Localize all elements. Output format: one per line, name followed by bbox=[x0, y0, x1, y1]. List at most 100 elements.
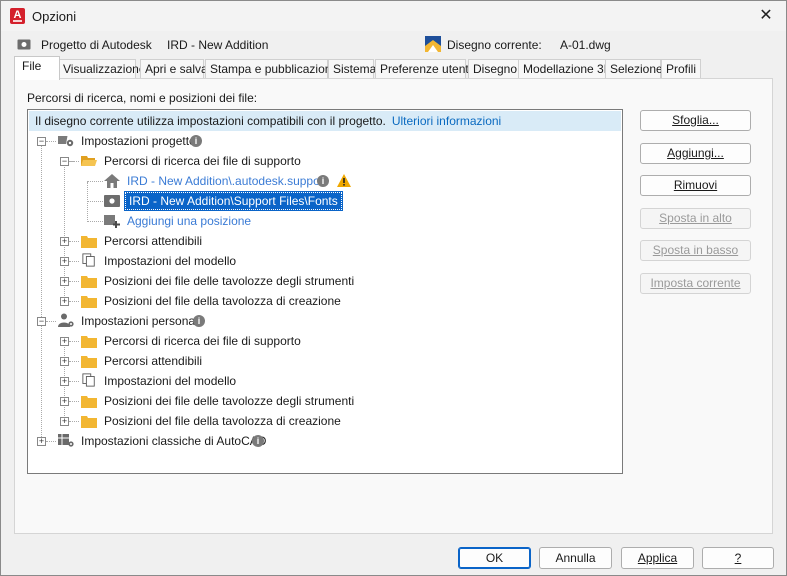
expand-icon[interactable]: + bbox=[60, 337, 69, 346]
title-bar: A Opzioni ✕ bbox=[1, 1, 786, 31]
folder-icon bbox=[81, 236, 97, 248]
remove-button[interactable]: Rimuovi bbox=[640, 175, 751, 196]
add-button[interactable]: Aggiungi... bbox=[640, 143, 751, 164]
profile-info-bar: Progetto di Autodesk IRD - New Addition … bbox=[1, 33, 786, 55]
folder-icon bbox=[81, 396, 97, 408]
info-icon[interactable]: i bbox=[317, 175, 329, 187]
cancel-button[interactable]: Annulla bbox=[539, 547, 612, 569]
info-icon[interactable]: i bbox=[190, 135, 202, 147]
tree-node-project-settings[interactable]: − Impostazioni progetto i bbox=[28, 131, 618, 151]
expand-icon[interactable]: + bbox=[60, 377, 69, 386]
tree-node-personal-tool-palettes[interactable]: + Posizioni dei file delle tavolozze deg… bbox=[28, 391, 618, 411]
banner-text: Il disegno corrente utilizza impostazion… bbox=[35, 114, 386, 128]
expand-icon[interactable]: + bbox=[60, 357, 69, 366]
tab-modellazione-3d[interactable]: Modellazione 3D bbox=[518, 59, 612, 79]
more-info-link[interactable]: Ulteriori informazioni bbox=[392, 114, 501, 128]
options-dialog: A Opzioni ✕ Progetto di Autodesk IRD - N… bbox=[0, 0, 787, 576]
node-label: Percorsi attendibili bbox=[104, 234, 203, 248]
folder-icon bbox=[81, 296, 97, 308]
info-icon[interactable]: i bbox=[252, 435, 264, 447]
help-button[interactable]: ? bbox=[702, 547, 774, 569]
node-label: Posizioni del file della tavolozza di cr… bbox=[104, 294, 341, 308]
node-label: Impostazioni del modello bbox=[104, 374, 237, 388]
expand-icon[interactable]: + bbox=[60, 257, 69, 266]
expand-icon[interactable]: + bbox=[60, 297, 69, 306]
node-label: Impostazioni del modello bbox=[104, 254, 237, 268]
warning-icon[interactable] bbox=[337, 174, 351, 187]
node-label: Aggiungi una posizione bbox=[127, 214, 252, 228]
folder-icon bbox=[81, 356, 97, 368]
classic-settings-icon bbox=[58, 434, 74, 447]
expand-icon[interactable]: + bbox=[60, 277, 69, 286]
drawing-icon bbox=[425, 36, 441, 52]
tab-file[interactable]: File bbox=[14, 56, 60, 80]
project-settings-icon bbox=[58, 136, 74, 147]
folder-icon bbox=[81, 336, 97, 348]
browse-button[interactable]: Sfoglia... bbox=[640, 110, 751, 131]
collapse-icon[interactable]: − bbox=[37, 137, 46, 146]
tree-label: Percorsi di ricerca, nomi e posizioni de… bbox=[27, 91, 258, 105]
home-icon bbox=[104, 174, 120, 188]
tab-sistema[interactable]: Sistema bbox=[328, 59, 376, 79]
expand-icon[interactable]: + bbox=[37, 437, 46, 446]
profile-folder-icon bbox=[104, 195, 120, 207]
info-icon[interactable]: i bbox=[193, 315, 205, 327]
add-folder-icon bbox=[104, 215, 120, 228]
node-label: Impostazioni progetto bbox=[81, 134, 196, 148]
tab-selezione[interactable]: Selezione bbox=[605, 59, 663, 79]
tab-preferenze-utente[interactable]: Preferenze utente bbox=[375, 59, 475, 79]
expand-icon[interactable]: + bbox=[60, 417, 69, 426]
node-label: Impostazioni classiche di AutoCAD bbox=[81, 434, 267, 448]
apply-button[interactable]: Applica bbox=[621, 547, 694, 569]
node-label: Posizioni dei file delle tavolozze degli… bbox=[104, 274, 355, 288]
tree-node-model-settings[interactable]: + Impostazioni del modello bbox=[28, 251, 618, 271]
node-label: Percorsi di ricerca dei file di supporto bbox=[104, 154, 301, 168]
tree-node-personal-creation-palette[interactable]: + Posizioni del file della tavolozza di … bbox=[28, 411, 618, 431]
open-folder-icon bbox=[81, 156, 97, 166]
tree-node-path-fonts[interactable]: IRD - New Addition\Support Files\Fonts bbox=[28, 191, 618, 211]
tree-node-personal-settings[interactable]: − Impostazioni personali i bbox=[28, 311, 618, 331]
tree-node-personal-model-settings[interactable]: + Impostazioni del modello bbox=[28, 371, 618, 391]
collapse-icon[interactable]: − bbox=[37, 317, 46, 326]
drawing-label: Disegno corrente: bbox=[447, 38, 542, 52]
close-button[interactable]: ✕ bbox=[752, 5, 780, 27]
profile-label: Progetto di Autodesk bbox=[41, 38, 152, 52]
node-label: Posizioni dei file delle tavolozze degli… bbox=[104, 394, 355, 408]
file-tab-panel: Percorsi di ricerca, nomi e posizioni de… bbox=[14, 78, 773, 534]
tree-node-trusted-paths[interactable]: + Percorsi attendibili bbox=[28, 231, 618, 251]
autocad-app-icon: A bbox=[10, 8, 25, 24]
user-settings-icon bbox=[58, 313, 74, 327]
compatibility-banner: Il disegno corrente utilizza impostazion… bbox=[29, 111, 621, 131]
collapse-icon[interactable]: − bbox=[60, 157, 69, 166]
tab-profili[interactable]: Profili bbox=[661, 59, 701, 79]
project-name: IRD - New Addition bbox=[167, 38, 269, 52]
tab-stampa-e-pubblicazione[interactable]: Stampa e pubblicazione bbox=[205, 59, 338, 79]
copy-document-icon bbox=[82, 373, 95, 387]
ok-button[interactable]: OK bbox=[458, 547, 531, 569]
tree-node-creation-palette[interactable]: + Posizioni del file della tavolozza di … bbox=[28, 291, 618, 311]
expand-icon[interactable]: + bbox=[60, 237, 69, 246]
tab-visualizzazione[interactable]: Visualizzazione bbox=[58, 59, 146, 79]
expand-icon[interactable]: + bbox=[60, 397, 69, 406]
tree-node-path-home[interactable]: IRD - New Addition\.autodesk.support i bbox=[28, 171, 618, 191]
set-current-button[interactable]: Imposta corrente bbox=[640, 273, 751, 294]
node-label: IRD - New Addition\.autodesk.support bbox=[127, 174, 328, 188]
window-title: Opzioni bbox=[32, 9, 77, 24]
drawing-name: A-01.dwg bbox=[560, 38, 611, 52]
file-paths-tree[interactable]: Il disegno corrente utilizza impostazion… bbox=[27, 109, 623, 474]
tree-node-personal-trusted-paths[interactable]: + Percorsi attendibili bbox=[28, 351, 618, 371]
tree-node-add-position[interactable]: Aggiungi una posizione bbox=[28, 211, 618, 231]
folder-icon bbox=[81, 416, 97, 428]
tree-node-classic-settings[interactable]: + Impostazioni classiche di AutoCAD i bbox=[28, 431, 618, 451]
move-down-button[interactable]: Sposta in basso bbox=[640, 240, 751, 261]
node-label: Percorsi attendibili bbox=[104, 354, 203, 368]
tree-node-support-paths[interactable]: − Percorsi di ricerca dei file di suppor… bbox=[28, 151, 618, 171]
profile-icon bbox=[17, 39, 31, 50]
tree-node-personal-support-paths[interactable]: + Percorsi di ricerca dei file di suppor… bbox=[28, 331, 618, 351]
tree-node-tool-palettes[interactable]: + Posizioni dei file delle tavolozze deg… bbox=[28, 271, 618, 291]
folder-icon bbox=[81, 276, 97, 288]
move-up-button[interactable]: Sposta in alto bbox=[640, 208, 751, 229]
tab-apri-e-salva[interactable]: Apri e salva bbox=[140, 59, 208, 79]
copy-document-icon bbox=[82, 253, 95, 267]
tab-disegno[interactable]: Disegno bbox=[468, 59, 519, 79]
